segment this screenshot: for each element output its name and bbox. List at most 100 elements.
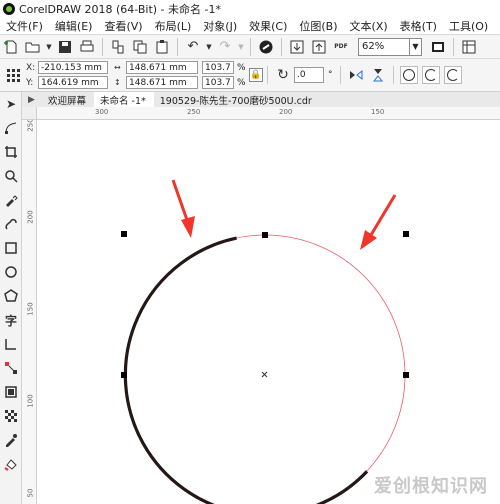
menu-text[interactable]: 文本(X) (347, 18, 391, 34)
scale-x-input[interactable]: 103.7 (202, 61, 234, 74)
watermark-text: 爱创根知识网 (374, 476, 488, 497)
width-input[interactable]: 148.671 mm (126, 61, 198, 74)
tab-welcome-screen[interactable]: 欢迎屏幕 (42, 92, 94, 107)
ellipse-mode-icon[interactable] (400, 66, 418, 84)
redo-dropdown-icon[interactable]: ▼ (237, 37, 245, 57)
ruler-label: 200 (26, 210, 35, 224)
rotate-icon[interactable]: ↻ (273, 65, 293, 85)
position-fields: X: -210.153 mm Y: 164.619 mm (26, 61, 108, 89)
show-rulers-icon[interactable] (459, 37, 479, 57)
full-screen-icon[interactable] (428, 37, 448, 57)
mirror-vertical-icon[interactable] (368, 65, 388, 85)
x-position-input[interactable]: -210.153 mm (38, 61, 108, 74)
pie-mode-icon[interactable] (422, 66, 440, 84)
percent-label: % (237, 62, 246, 73)
horizontal-ruler[interactable]: 300 250 200 150 (37, 107, 500, 120)
open-folder-icon[interactable] (23, 37, 43, 57)
menu-bitmaps[interactable]: 位图(B) (296, 18, 340, 34)
degree-label: ° (328, 70, 333, 80)
undo-icon[interactable]: ↶ (183, 37, 203, 57)
selection-handle[interactable] (121, 231, 127, 237)
publish-pdf-icon[interactable]: PDF (331, 37, 351, 57)
vertical-ruler[interactable]: 250 200 150 100 50 (22, 107, 37, 504)
search-content-icon[interactable] (256, 37, 276, 57)
export-icon[interactable] (309, 37, 329, 57)
object-origin-icon[interactable] (3, 65, 23, 85)
paste-icon[interactable] (152, 37, 172, 57)
ruler-label: 50 (26, 488, 35, 498)
selection-handle[interactable] (403, 372, 409, 378)
text-tool-icon[interactable]: 字 (0, 308, 22, 332)
rectangle-tool-icon[interactable] (0, 236, 22, 260)
menu-edit[interactable]: 编辑(E) (52, 18, 96, 34)
mirror-horizontal-icon[interactable] (346, 65, 366, 85)
save-icon[interactable] (55, 37, 75, 57)
selection-handle[interactable] (403, 231, 409, 237)
menu-effects[interactable]: 效果(C) (246, 18, 290, 34)
rotation-angle-input[interactable]: .0 (294, 67, 324, 83)
interactive-fill-tool-icon[interactable] (0, 452, 22, 476)
copy-icon[interactable] (130, 37, 150, 57)
artistic-media-tool-icon[interactable] (0, 212, 22, 236)
title-bar: CorelDRAW 2018 (64-Bit) - 未命名 -1* (0, 0, 500, 17)
percent-label: % (237, 77, 246, 88)
standard-toolbar: ▼ ↶ ▼ ↷ ▼ PDF 62% ▼ (0, 34, 500, 58)
zoom-tool-icon[interactable] (0, 164, 22, 188)
pick-tool-icon[interactable]: ➤ (0, 92, 22, 116)
ellipse-tool-icon[interactable] (0, 260, 22, 284)
freehand-tool-icon[interactable] (0, 188, 22, 212)
height-icon: ↕ (114, 78, 121, 87)
zoom-level-input[interactable]: 62% (358, 37, 410, 56)
toolbar-separator (340, 66, 341, 84)
annotation-arrow-right-head (360, 230, 377, 250)
drawing-canvas[interactable]: 爱创根知识网 (37, 120, 500, 504)
canvas-drawing (121, 179, 409, 504)
window-title: CorelDRAW 2018 (64-Bit) - 未命名 -1* (19, 2, 221, 16)
tab-190529-file[interactable]: 190529-陈先生-700磨砂500U.cdr (154, 92, 320, 107)
y-position-input[interactable]: 164.619 mm (38, 76, 108, 89)
width-icon: ↔ (114, 63, 121, 72)
annotation-arrow-right (369, 194, 397, 236)
arc-mode-icon[interactable] (444, 66, 462, 84)
ellipse-arc[interactable] (123, 236, 369, 504)
ruler-label: 200 (279, 108, 293, 116)
menu-table[interactable]: 表格(T) (397, 18, 440, 34)
lock-ratio-icon[interactable]: 🔒 (249, 68, 263, 82)
parallel-dimension-tool-icon[interactable] (0, 332, 22, 356)
ruler-origin[interactable] (22, 107, 37, 120)
eyedropper-tool-icon[interactable] (0, 428, 22, 452)
cut-icon[interactable] (108, 37, 128, 57)
ruler-label: 150 (26, 302, 35, 316)
menu-file[interactable]: 文件(F) (0, 18, 46, 34)
shape-tool-icon[interactable] (0, 116, 22, 140)
toolbar-separator (393, 66, 394, 84)
new-document-icon[interactable] (1, 37, 21, 57)
coreldraw-logo-icon (3, 2, 15, 15)
drop-shadow-tool-icon[interactable] (0, 380, 22, 404)
selection-handle[interactable] (121, 372, 127, 378)
crop-tool-icon[interactable] (0, 140, 22, 164)
size-fields: ↔ 148.671 mm ↕ 148.671 mm (114, 61, 198, 89)
x-label: X: (26, 62, 36, 73)
menu-view[interactable]: 查看(V) (101, 18, 145, 34)
zoom-dropdown-icon[interactable]: ▼ (410, 37, 422, 56)
connector-tool-icon[interactable] (0, 356, 22, 380)
tab-untitled-1[interactable]: 未命名 -1* (94, 92, 154, 107)
height-input[interactable]: 148.671 mm (126, 76, 198, 89)
undo-dropdown-icon[interactable]: ▼ (205, 37, 213, 57)
toolbar-separator (177, 37, 178, 56)
scale-fields: 103.7% 103.7% (202, 61, 246, 89)
menu-tools[interactable]: 工具(O) (446, 18, 491, 34)
import-icon[interactable] (287, 37, 307, 57)
redo-icon[interactable]: ↷ (215, 37, 235, 57)
menu-bar: 文件(F) 编辑(E) 查看(V) 布局(L) 对象(J) 效果(C) 位图(B… (0, 17, 500, 34)
scale-y-input[interactable]: 103.7 (202, 76, 234, 89)
node-handle[interactable] (262, 232, 268, 238)
open-dropdown-icon[interactable]: ▼ (45, 37, 53, 57)
print-icon[interactable] (77, 37, 97, 57)
menu-layout[interactable]: 布局(L) (152, 18, 195, 34)
polygon-tool-icon[interactable] (0, 284, 22, 308)
menu-object[interactable]: 对象(J) (200, 18, 240, 34)
transparency-tool-icon[interactable] (0, 404, 22, 428)
y-label: Y: (26, 77, 34, 88)
